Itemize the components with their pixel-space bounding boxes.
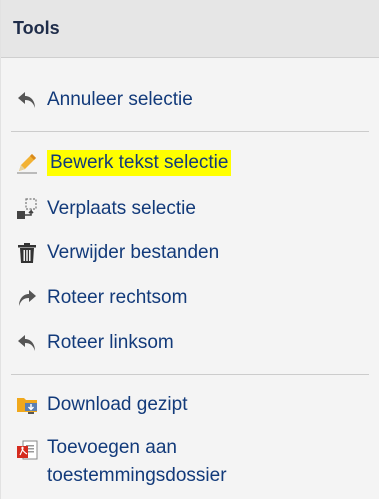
cancel-selection-label: Annuleer selectie [47,89,193,110]
panel-header: Tools [1,0,379,58]
rotate-left-icon [13,329,41,357]
delete-files-label: Verwijder bestanden [47,242,220,263]
label-line-2: toestemmingsdossier [47,465,227,486]
edit-text-selection-button[interactable]: Bewerk tekst selectie [13,149,232,177]
folder-download-icon [13,391,41,419]
add-to-consent-dossier-label: Toevoegen aan toestemmingsdossier [47,434,227,490]
rotate-right-label: Roteer rechtsom [47,287,188,308]
label-line-1: Toevoegen aan [47,437,177,458]
rotate-right-icon [13,284,41,312]
pdf-document-icon [13,436,41,464]
cancel-selection-button[interactable]: Annuleer selectie [13,86,193,114]
rotate-right-button[interactable]: Roteer rechtsom [13,284,187,312]
download-zipped-button[interactable]: Download gezipt [13,391,187,419]
trash-icon [13,239,41,267]
move-selection-icon [13,195,41,223]
delete-files-button[interactable]: Verwijder bestanden [13,239,219,267]
pencil-icon [13,149,41,177]
tools-panel: Tools Annuleer selectie Bewerk tekst sel… [0,0,379,499]
move-selection-label: Verplaats selectie [47,198,196,219]
undo-arrow-icon [13,86,41,114]
rotate-left-label: Roteer linksom [47,332,174,353]
rotate-left-button[interactable]: Roteer linksom [13,329,174,357]
move-selection-button[interactable]: Verplaats selectie [13,195,196,223]
edit-text-selection-label: Bewerk tekst selectie [47,150,232,176]
divider [11,131,369,132]
download-zipped-label: Download gezipt [47,394,188,415]
divider [11,374,369,375]
panel-title: Tools [13,18,60,38]
add-to-consent-dossier-button[interactable]: Toevoegen aan toestemmingsdossier [13,434,227,490]
